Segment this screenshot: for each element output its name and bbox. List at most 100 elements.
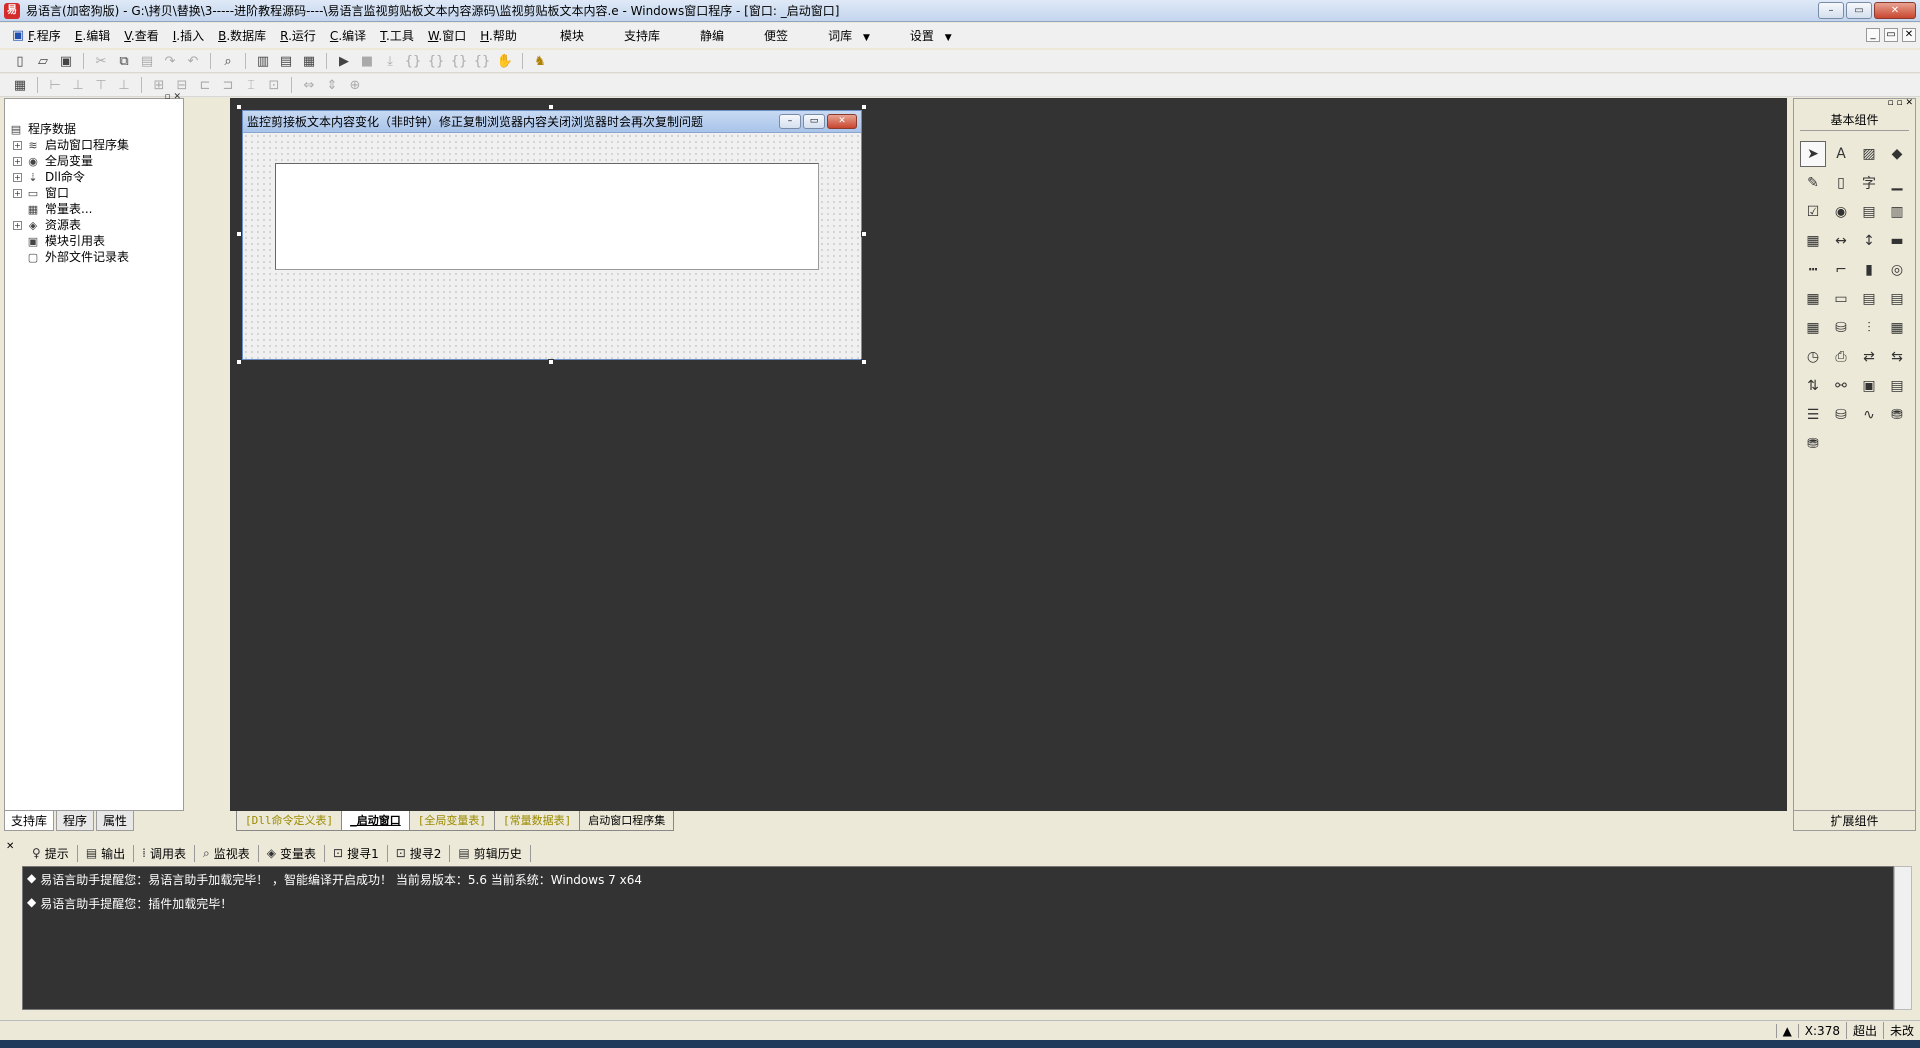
open-folder-icon[interactable]: ▱	[33, 52, 53, 70]
find-icon[interactable]: ⌕	[218, 52, 238, 70]
align-center-icon[interactable]: ⊥	[68, 76, 88, 94]
frame-icon[interactable]: ▣	[1856, 373, 1882, 399]
menu-tools[interactable]: T.工具	[380, 27, 414, 44]
resize-handle[interactable]	[236, 231, 242, 237]
resize-handle[interactable]	[861, 231, 867, 237]
pointer-icon[interactable]: ➤	[1800, 141, 1826, 167]
align-left-icon[interactable]: ⊢	[45, 76, 65, 94]
odbc-source-icon[interactable]: ⛃	[1800, 431, 1826, 457]
client-icon[interactable]: ⇄	[1856, 344, 1882, 370]
redo-icon[interactable]: ↷	[160, 52, 180, 70]
align-bottom-icon[interactable]: ⊥	[114, 76, 134, 94]
panel-buttons[interactable]: ▫ ✕	[164, 92, 181, 102]
tab-support-lib[interactable]: 支持库	[4, 811, 55, 831]
text-icon[interactable]: 字	[1856, 170, 1882, 196]
expand-icon[interactable]: +	[13, 140, 22, 150]
center-horizontal-icon[interactable]: ⇔	[299, 76, 319, 94]
select-list-icon[interactable]: ▦	[1800, 228, 1826, 254]
tab-search1[interactable]: ⊡ 搜寻1	[325, 844, 388, 862]
form-designer-window[interactable]: 监控剪接板文本内容变化（非时钟）修正复制浏览器内容关闭浏览器时会再次复制问题 –…	[242, 110, 862, 360]
menu-notes[interactable]: 便签	[764, 27, 788, 44]
resize-handle[interactable]	[236, 359, 242, 365]
mdi-close-button[interactable]: ✕	[1902, 28, 1916, 42]
tab-call-table[interactable]: ⁞ 调用表	[134, 844, 196, 862]
drawing-board-icon[interactable]: ✎	[1800, 170, 1826, 196]
edit-box-control[interactable]	[275, 163, 819, 270]
menu-window[interactable]: W.窗口	[428, 27, 466, 44]
run-icon[interactable]: ▶	[334, 52, 354, 70]
cut-icon[interactable]: ✂	[91, 52, 111, 70]
timer-icon[interactable]: ◷	[1800, 344, 1826, 370]
menu-support-lib[interactable]: 支持库	[624, 27, 660, 44]
menu-settings[interactable]: 设置	[910, 27, 952, 44]
run-to-cursor-icon[interactable]: {}	[472, 52, 492, 70]
tab-icon[interactable]: ⌐	[1828, 257, 1854, 283]
undo-icon[interactable]: ↶	[183, 52, 203, 70]
minimize-button[interactable]: –	[1818, 2, 1844, 19]
tab-startup-window[interactable]: _启动窗口	[341, 811, 410, 831]
center-both-icon[interactable]: ⊕	[345, 76, 365, 94]
port-icon[interactable]: ⇅	[1800, 373, 1826, 399]
tab-watch[interactable]: ⌕ 监视表	[195, 844, 259, 862]
tab-variables[interactable]: ◈ 变量表	[259, 844, 326, 862]
tab-hints[interactable]: ♀ 提示	[24, 844, 78, 862]
tree-item-program-data[interactable]: ▤ 程序数据	[9, 121, 129, 137]
table-icon[interactable]: ▦	[1800, 315, 1826, 341]
tab-global-vars[interactable]: [全局变量表]	[408, 811, 495, 831]
close-button[interactable]: ✕	[1874, 2, 1916, 19]
tab-startup-class[interactable]: 启动窗口程序集	[579, 811, 675, 831]
shape-icon[interactable]: ◆	[1884, 141, 1910, 167]
resize-handle[interactable]	[236, 104, 242, 110]
grid-icon[interactable]: ▦	[1884, 315, 1910, 341]
slider-icon[interactable]: ┅	[1800, 257, 1826, 283]
layout2-icon[interactable]: ▤	[276, 52, 296, 70]
edit-box-icon[interactable]: ▁	[1884, 170, 1910, 196]
paste-icon[interactable]: ▤	[137, 52, 157, 70]
db-list-icon[interactable]: ☰	[1800, 402, 1826, 428]
step-out-icon[interactable]: {}	[449, 52, 469, 70]
checkbox-icon[interactable]: ☑	[1800, 199, 1826, 225]
printer-icon[interactable]: ⎙	[1828, 344, 1854, 370]
menu-database[interactable]: B.数据库	[218, 27, 266, 44]
progress-icon[interactable]: ▬	[1884, 228, 1910, 254]
step-into-icon[interactable]: {}	[403, 52, 423, 70]
combo-box-icon[interactable]: ▤	[1856, 199, 1882, 225]
menu-run[interactable]: R.运行	[280, 27, 316, 44]
resize-handle[interactable]	[861, 359, 867, 365]
resize-handle[interactable]	[548, 104, 554, 110]
toolbar-icon[interactable]: ▤	[1884, 373, 1910, 399]
tree-item-module-refs[interactable]: ▣ 模块引用表	[9, 233, 129, 249]
expand-icon[interactable]: +	[13, 172, 22, 182]
radio-icon[interactable]: ◉	[1828, 199, 1854, 225]
extended-components-button[interactable]: 扩展组件	[1794, 810, 1915, 830]
tab-output[interactable]: ▤ 输出	[78, 844, 135, 862]
menu-insert[interactable]: I.插入	[173, 27, 204, 44]
menu-static-compile[interactable]: 静编	[700, 27, 724, 44]
panel-close-icon[interactable]: ✕	[6, 841, 14, 852]
tab-search2[interactable]: ⊡ 搜寻2	[388, 844, 451, 862]
same-size-icon[interactable]: ⌶	[241, 76, 261, 94]
tree-item-global-vars[interactable]: + ◉ 全局变量	[9, 153, 129, 169]
panel-buttons[interactable]: ▫ ▫ ✕	[1888, 98, 1913, 108]
resize-handle[interactable]	[548, 359, 554, 365]
tab-clip-history[interactable]: ▤ 剪辑历史	[450, 844, 531, 862]
tree-item-windows[interactable]: + ▭ 窗口	[9, 185, 129, 201]
document-icon[interactable]: ▤	[1884, 286, 1910, 312]
layout1-icon[interactable]: ▥	[253, 52, 273, 70]
image-button-icon[interactable]: ▮	[1856, 257, 1882, 283]
basic-components-title[interactable]: 基本组件	[1800, 109, 1909, 131]
tab-program[interactable]: 程序	[56, 811, 95, 831]
save-icon[interactable]: ▣	[56, 52, 76, 70]
same-width-icon[interactable]: ⊏	[195, 76, 215, 94]
center-vertical-icon[interactable]: ⇕	[322, 76, 342, 94]
folder-icon[interactable]: ▤	[1856, 286, 1882, 312]
align-top-icon[interactable]: ⊤	[91, 76, 111, 94]
menu-program[interactable]: F.程序	[28, 27, 61, 44]
center-icon[interactable]: ⊡	[264, 76, 284, 94]
server-icon[interactable]: ⇆	[1884, 344, 1910, 370]
step-icon[interactable]: ⤓	[380, 52, 400, 70]
menu-module[interactable]: 模块	[560, 27, 584, 44]
menu-edit[interactable]: E.编辑	[75, 27, 110, 44]
tree-item-resources[interactable]: + ◈ 资源表	[9, 217, 129, 233]
menu-compile[interactable]: C.编译	[330, 27, 366, 44]
